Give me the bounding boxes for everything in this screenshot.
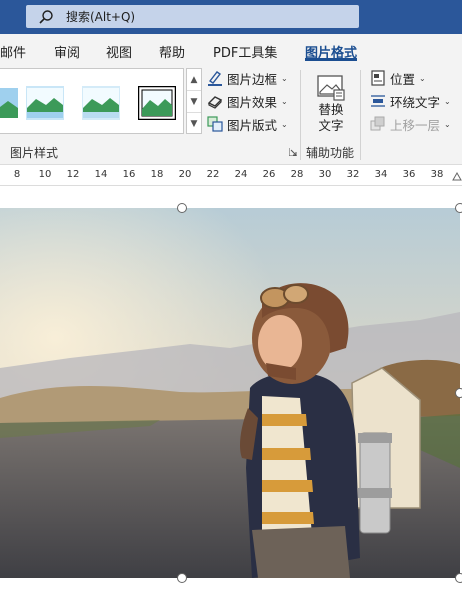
selected-picture[interactable]	[0, 208, 460, 578]
ruler-number: 32	[346, 169, 360, 180]
picture-styles-gallery	[0, 68, 184, 134]
tab-review[interactable]: 审阅	[54, 42, 80, 61]
dialog-launcher-icon[interactable]	[289, 148, 297, 156]
alt-text-label-1: 替换	[318, 102, 344, 117]
position-icon	[371, 70, 385, 86]
wrap-text-button[interactable]: 环绕文字 ⌄	[370, 91, 451, 111]
gallery-down-icon[interactable]: ▼	[187, 91, 201, 113]
ruler-number: 38	[430, 169, 444, 180]
pen-border-icon	[208, 71, 222, 86]
horizontal-ruler: 8 10 12 14 16 18 20 22 24 26 28 30 32 34…	[0, 164, 462, 186]
wrap-text-label: 环绕文字	[390, 94, 441, 110]
picture-border-label: 图片边框	[227, 71, 278, 87]
group-divider	[360, 70, 361, 160]
gallery-more-icon[interactable]: ▼	[187, 113, 201, 135]
picture-effects-button[interactable]: 图片效果 ⌄	[207, 91, 288, 111]
effects-icon	[207, 96, 223, 109]
style-thumb-4-selected[interactable]	[138, 86, 176, 120]
ruler-number: 24	[234, 169, 248, 180]
picture-layout-label: 图片版式	[227, 117, 278, 133]
ruler-number: 8	[13, 169, 21, 180]
alt-text-label-2: 文字	[318, 118, 344, 133]
picture-border-button[interactable]: 图片边框 ⌄	[207, 68, 288, 88]
picture-styles-group-label: 图片样式	[10, 146, 59, 160]
alt-text-icon	[317, 75, 345, 101]
style-thumb-1[interactable]	[0, 86, 18, 120]
ruler-number: 22	[206, 169, 220, 180]
accessibility-group-label: 辅助功能	[306, 146, 355, 160]
tab-mailings[interactable]: 邮件	[0, 42, 26, 61]
search-icon	[39, 9, 53, 24]
ruler-number: 28	[290, 169, 304, 180]
chevron-down-icon: ⌄	[419, 73, 426, 83]
ruler-number: 12	[66, 169, 80, 180]
style-thumb-3[interactable]	[82, 86, 120, 120]
ruler-number: 30	[318, 169, 332, 180]
alt-text-button[interactable]: 替换 文字	[310, 74, 352, 134]
ruler-number: 36	[402, 169, 416, 180]
chevron-down-icon: ⌄	[444, 96, 451, 106]
group-divider	[300, 70, 301, 160]
bring-forward-button[interactable]: 上移一层 ⌄	[370, 114, 451, 134]
ruler-indent-marker-icon[interactable]	[452, 171, 462, 181]
ruler-number: 34	[374, 169, 388, 180]
active-tab-indicator	[305, 58, 357, 61]
chevron-down-icon: ⌄	[281, 73, 288, 83]
layout-icon	[207, 116, 223, 132]
resize-handle-top[interactable]	[177, 203, 187, 213]
picture-layout-button[interactable]: 图片版式 ⌄	[207, 114, 288, 134]
bring-forward-label: 上移一层	[390, 117, 441, 133]
ruler-number: 10	[38, 169, 52, 180]
chevron-down-icon: ⌄	[281, 96, 288, 106]
gallery-scroll: ▲ ▼ ▼	[186, 68, 202, 134]
ruler-number: 18	[150, 169, 164, 180]
chevron-down-icon: ⌄	[281, 119, 288, 129]
tab-pdf-tools[interactable]: PDF工具集	[213, 42, 277, 61]
position-label: 位置	[390, 71, 416, 87]
tab-help[interactable]: 帮助	[159, 42, 185, 61]
bring-forward-icon	[370, 116, 385, 131]
ruler-number: 26	[262, 169, 276, 180]
chevron-down-icon: ⌄	[444, 119, 451, 129]
style-thumb-2[interactable]	[26, 86, 64, 120]
ruler-number: 20	[178, 169, 192, 180]
resize-handle-bottom-right[interactable]	[455, 573, 462, 583]
tab-view[interactable]: 视图	[106, 42, 132, 61]
resize-handle-right[interactable]	[455, 388, 462, 398]
gallery-up-icon[interactable]: ▲	[187, 69, 201, 91]
position-button[interactable]: 位置 ⌄	[370, 68, 426, 88]
picture-effects-label: 图片效果	[227, 94, 278, 110]
search-placeholder: 搜索(Alt+Q)	[66, 10, 136, 24]
ruler-number: 16	[122, 169, 136, 180]
ruler-number: 14	[94, 169, 108, 180]
wrap-text-icon	[371, 95, 385, 107]
search-box[interactable]: 搜索(Alt+Q)	[26, 5, 359, 28]
title-bar: 搜索(Alt+Q)	[0, 0, 462, 34]
ribbon-tabs: 邮件 审阅 视图 帮助 PDF工具集 图片格式	[0, 34, 462, 64]
resize-handle-bottom[interactable]	[177, 573, 187, 583]
resize-handle-top-right[interactable]	[455, 203, 462, 213]
